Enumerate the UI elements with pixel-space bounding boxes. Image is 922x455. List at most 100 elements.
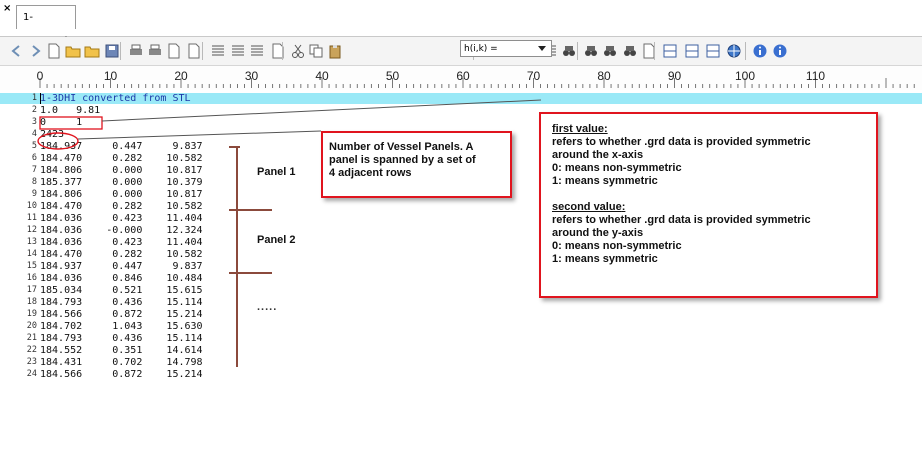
vessel-callout-line-1: Number of Vessel Panels. A bbox=[329, 141, 474, 153]
ruler: 0 10 20 30 40 50 60 70 80 90 100 110 bbox=[0, 66, 922, 90]
text-line[interactable]: 18 184.793 0.436 15.114 bbox=[0, 297, 922, 308]
text-line[interactable]: 22 184.552 0.351 14.614 bbox=[0, 345, 922, 356]
page-setup-icon[interactable] bbox=[166, 43, 182, 59]
vessel-panels-callout: Number of Vessel Panels. A panel is span… bbox=[321, 131, 512, 198]
tab-file[interactable]: 1-3DHI.grd bbox=[16, 5, 76, 47]
ruler-label: 0 bbox=[37, 69, 44, 83]
print-icon[interactable] bbox=[128, 43, 144, 59]
open-recent-icon[interactable] bbox=[84, 43, 100, 59]
toolbar-separator bbox=[282, 42, 283, 60]
line-number: 19 bbox=[26, 309, 37, 319]
line-text[interactable]: 184.036 0.423 11.404 bbox=[40, 237, 203, 248]
text-line[interactable]: 24 184.566 0.872 15.214 bbox=[0, 369, 922, 380]
chevron-down-icon[interactable] bbox=[538, 46, 546, 51]
line-text[interactable]: 2423 bbox=[40, 129, 64, 140]
split-horizontal-icon[interactable] bbox=[662, 43, 678, 59]
close-tab-icon[interactable]: × bbox=[3, 4, 11, 14]
ruler-label: 90 bbox=[668, 69, 682, 83]
save-icon[interactable] bbox=[104, 43, 120, 59]
line-text[interactable]: 1-3DHI converted from STL bbox=[40, 93, 191, 104]
line-text[interactable]: 184.036 0.423 11.404 bbox=[40, 213, 203, 224]
line-text[interactable]: 184.793 0.436 15.114 bbox=[40, 297, 203, 308]
second-value-desc-4: 1: means symmetric bbox=[552, 253, 658, 265]
forward-arrow-icon[interactable] bbox=[28, 43, 44, 59]
line-number: 18 bbox=[26, 297, 37, 307]
line-number: 12 bbox=[26, 225, 37, 235]
back-arrow-icon[interactable] bbox=[8, 43, 24, 59]
line-text[interactable]: 184.937 0.447 9.837 bbox=[40, 141, 203, 152]
help-icon[interactable] bbox=[772, 43, 788, 59]
column-icon[interactable] bbox=[249, 43, 265, 59]
line-text[interactable]: 184.036 0.846 10.484 bbox=[40, 273, 203, 284]
text-line[interactable]: 1 1-3DHI converted from STL bbox=[0, 93, 922, 104]
spell-icon[interactable] bbox=[622, 43, 638, 59]
toolbar-separator bbox=[202, 42, 203, 60]
document-icon[interactable] bbox=[186, 43, 202, 59]
line-text[interactable]: 185.034 0.521 15.615 bbox=[40, 285, 203, 296]
line-number: 4 bbox=[31, 129, 37, 139]
line-text[interactable]: 184.036 -0.000 12.324 bbox=[40, 225, 203, 236]
find-next-icon[interactable] bbox=[583, 43, 599, 59]
new-file-icon[interactable] bbox=[46, 43, 62, 59]
first-value-heading: first value: bbox=[552, 123, 608, 135]
line-text[interactable]: 184.793 0.436 15.114 bbox=[40, 333, 203, 344]
line-number: 7 bbox=[31, 165, 37, 175]
line-number: 21 bbox=[26, 333, 37, 343]
open-folder-icon[interactable] bbox=[65, 43, 81, 59]
text-line[interactable]: 23 184.431 0.702 14.798 bbox=[0, 357, 922, 368]
line-number: 10 bbox=[26, 201, 37, 211]
second-value-heading: second value: bbox=[552, 201, 626, 213]
copy-icon[interactable] bbox=[308, 43, 324, 59]
line-text[interactable]: 184.566 0.872 15.214 bbox=[40, 369, 203, 380]
line-number: 8 bbox=[31, 177, 37, 187]
text-line[interactable]: 21 184.793 0.436 15.114 bbox=[0, 333, 922, 344]
ruler-label: 70 bbox=[527, 69, 541, 83]
line-text[interactable]: 184.702 1.043 15.630 bbox=[40, 321, 203, 332]
line-text[interactable]: 184.470 0.282 10.582 bbox=[40, 201, 203, 212]
replace-icon[interactable] bbox=[602, 43, 618, 59]
globe-icon[interactable] bbox=[726, 43, 742, 59]
print-preview-icon[interactable] bbox=[147, 43, 163, 59]
continuation-ellipsis: ..... bbox=[257, 301, 278, 313]
ruler-label: 50 bbox=[386, 69, 400, 83]
line-text[interactable]: 184.470 0.282 10.582 bbox=[40, 153, 203, 164]
list-icon[interactable] bbox=[210, 43, 226, 59]
line-number: 15 bbox=[26, 261, 37, 271]
text-caret bbox=[40, 93, 41, 104]
line-text[interactable]: 184.806 0.000 10.817 bbox=[40, 165, 203, 176]
web-icon[interactable] bbox=[270, 43, 286, 59]
symmetry-callout: first value: refers to whether .grd data… bbox=[539, 112, 878, 298]
panel-2-label: Panel 2 bbox=[257, 234, 296, 246]
line-number: 22 bbox=[26, 345, 37, 355]
text-line[interactable]: 19 184.566 0.872 15.214 bbox=[0, 309, 922, 320]
cut-icon[interactable] bbox=[290, 43, 306, 59]
line-number: 23 bbox=[26, 357, 37, 367]
line-text[interactable]: 184.937 0.447 9.837 bbox=[40, 261, 203, 272]
line-text[interactable]: 184.806 0.000 10.817 bbox=[40, 189, 203, 200]
window-icon[interactable] bbox=[705, 43, 721, 59]
ruler-label: 60 bbox=[456, 69, 470, 83]
split-vertical-icon[interactable] bbox=[684, 43, 700, 59]
line-text[interactable]: 184.431 0.702 14.798 bbox=[40, 357, 203, 368]
line-number: 13 bbox=[26, 237, 37, 247]
line-number: 2 bbox=[31, 105, 37, 115]
line-text[interactable]: 184.552 0.351 14.614 bbox=[40, 345, 203, 356]
line-text[interactable]: 184.566 0.872 15.214 bbox=[40, 309, 203, 320]
line-text[interactable]: 184.470 0.282 10.582 bbox=[40, 249, 203, 260]
text-line[interactable]: 20 184.702 1.043 15.630 bbox=[0, 321, 922, 332]
line-number: 3 bbox=[31, 117, 37, 127]
line-text[interactable]: 185.377 0.000 10.379 bbox=[40, 177, 203, 188]
ruler-label: 30 bbox=[245, 69, 259, 83]
callout-spacer bbox=[552, 188, 865, 201]
toolbar-separator bbox=[120, 42, 121, 60]
line-number: 1 bbox=[31, 93, 37, 103]
line-text[interactable]: 0 1 bbox=[40, 117, 82, 128]
first-value-desc-2: around the x-axis bbox=[552, 149, 644, 161]
tab-strip: × 1-3DHI.grd bbox=[0, 0, 922, 47]
info-icon[interactable] bbox=[752, 43, 768, 59]
ruler-label: 110 bbox=[806, 69, 825, 83]
find-icon[interactable] bbox=[561, 43, 577, 59]
numbering-icon[interactable] bbox=[230, 43, 246, 59]
line-text[interactable]: 1.0 9.81 bbox=[40, 105, 100, 116]
paste-icon[interactable] bbox=[327, 43, 343, 59]
